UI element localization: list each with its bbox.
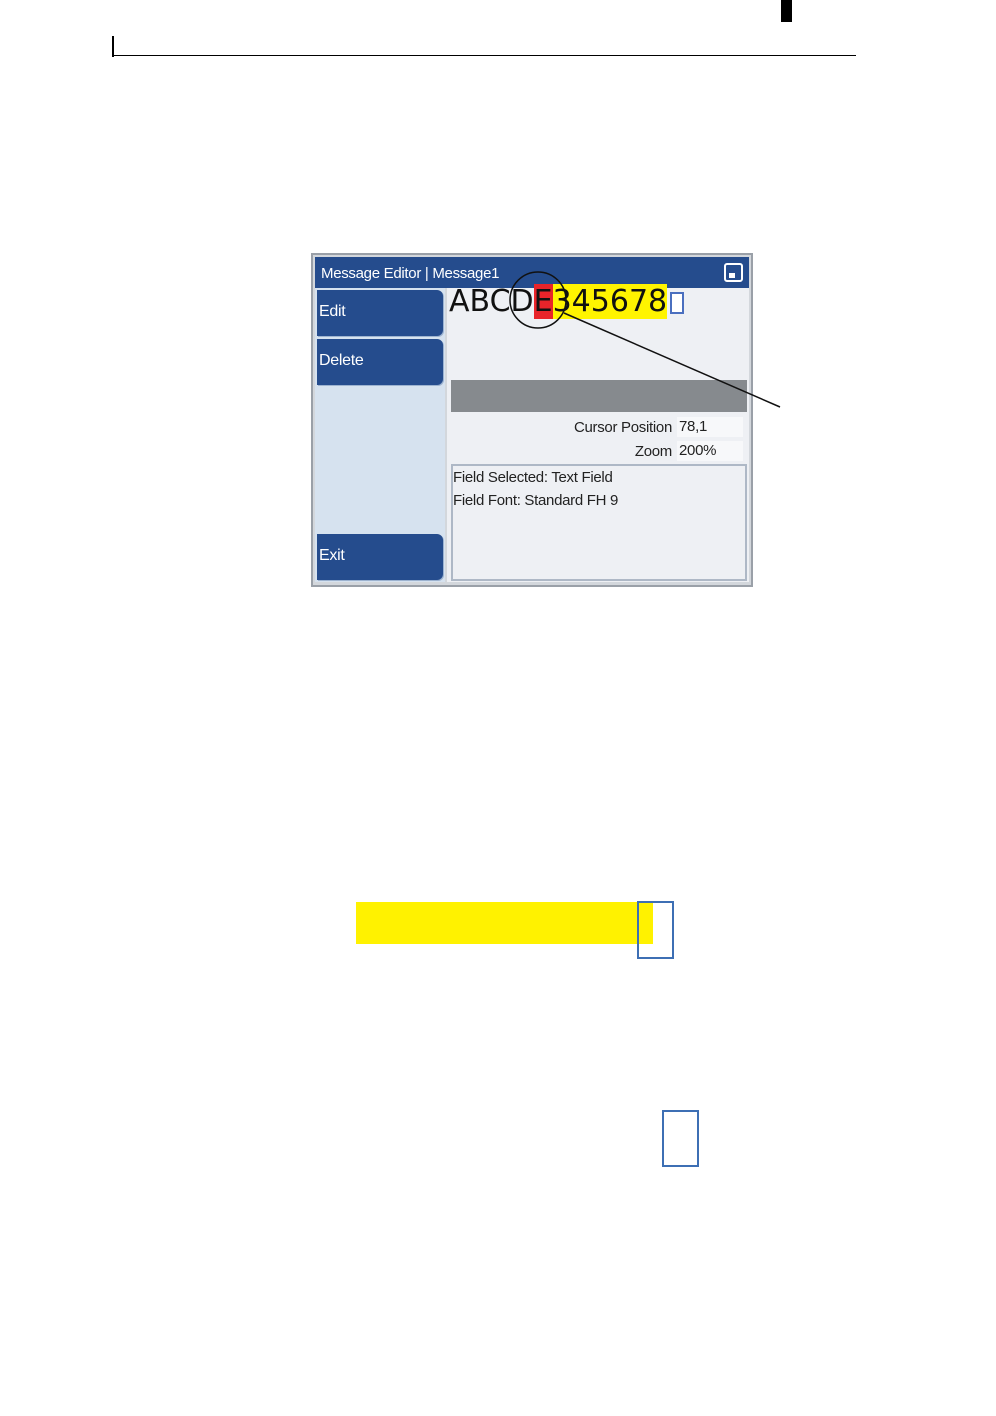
cursor-position-value: 78,1 (677, 417, 743, 437)
window-title: Message Editor | Message1 (321, 265, 500, 282)
message-segment-selected: E (533, 284, 553, 319)
field-font-text: Field Font: Standard FH 9 (453, 492, 619, 509)
edit-button-label: Edit (319, 303, 346, 320)
field-details-panel: Field Selected: Text Field Field Font: S… (451, 464, 747, 581)
sidebar: Edit Delete Exit (315, 288, 445, 582)
field-selected-text: Field Selected: Text Field (453, 469, 613, 486)
editor-area: ABCDE345678 Cursor Position 78,1 Zoom 20… (447, 284, 749, 582)
window-minimize-icon[interactable] (724, 263, 743, 282)
cursor-position-row: Cursor Position 78,1 (447, 417, 749, 437)
cursor-outline-1 (637, 901, 674, 959)
page-tab-marker (781, 0, 792, 22)
text-cursor (670, 291, 685, 314)
header-rule (112, 55, 856, 56)
message-segment-plain: ABCD (449, 284, 534, 319)
zoom-label: Zoom (634, 443, 672, 460)
header-rule-vertical (112, 36, 114, 57)
delete-button-label: Delete (319, 352, 364, 369)
cursor-position-label: Cursor Position (573, 419, 672, 436)
message-text[interactable]: ABCDE345678 (449, 284, 685, 319)
message-editor-window: Message Editor | Message1 Edit Delete Ex… (311, 253, 753, 587)
callout-annotation (509, 271, 781, 408)
message-segment-field: 345678 (552, 284, 668, 319)
edit-button[interactable]: Edit (317, 290, 443, 336)
field-highlight-bar (356, 902, 653, 944)
exit-button-label: Exit (319, 547, 345, 564)
zoom-row: Zoom 200% (447, 441, 749, 461)
cursor-outline-2 (662, 1110, 699, 1167)
exit-button[interactable]: Exit (317, 534, 443, 580)
delete-button[interactable]: Delete (317, 339, 443, 385)
status-band (451, 380, 747, 412)
zoom-value: 200% (677, 441, 743, 461)
